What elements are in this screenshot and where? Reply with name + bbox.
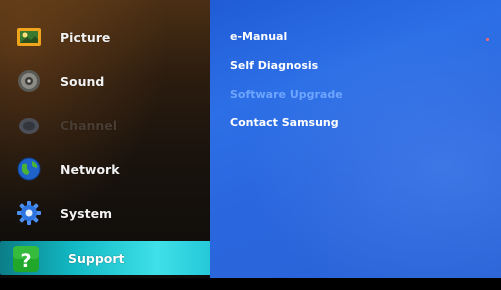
menu-item-label: Network bbox=[60, 161, 120, 177]
menu-item-support[interactable]: ? Support bbox=[0, 241, 210, 275]
scroll-indicator bbox=[486, 38, 489, 41]
menu-item-label: Picture bbox=[60, 29, 111, 45]
menu-item-label: Channel bbox=[60, 117, 118, 133]
menu-item-label: System bbox=[60, 205, 113, 221]
question-icon: ? bbox=[12, 245, 39, 272]
main-menu: Picture Sound Channel Network System ? S… bbox=[0, 0, 210, 278]
menu-item-label: Support bbox=[68, 250, 125, 266]
menu-item-sound[interactable]: Sound bbox=[0, 62, 210, 100]
submenu-item-software-upgrade: Software Upgrade bbox=[230, 88, 343, 101]
submenu-item-self-diagnosis[interactable]: Self Diagnosis bbox=[230, 59, 318, 72]
submenu-item-e-manual[interactable]: e-Manual bbox=[230, 30, 287, 43]
tv-settings-screen: Picture Sound Channel Network System ? S… bbox=[0, 0, 501, 290]
submenu-item-contact-samsung[interactable]: Contact Samsung bbox=[230, 116, 339, 129]
gear-icon bbox=[16, 200, 42, 226]
menu-item-channel: Channel bbox=[0, 106, 210, 144]
svg-text:?: ? bbox=[20, 250, 31, 272]
sound-icon bbox=[16, 68, 42, 94]
menu-item-network[interactable]: Network bbox=[0, 150, 210, 188]
screen-bezel bbox=[0, 278, 501, 290]
menu-item-system[interactable]: System bbox=[0, 194, 210, 232]
menu-item-label: Sound bbox=[60, 73, 105, 89]
menu-item-picture[interactable]: Picture bbox=[0, 18, 210, 56]
channel-icon bbox=[16, 112, 42, 138]
picture-icon bbox=[16, 24, 42, 50]
globe-icon bbox=[16, 156, 42, 182]
